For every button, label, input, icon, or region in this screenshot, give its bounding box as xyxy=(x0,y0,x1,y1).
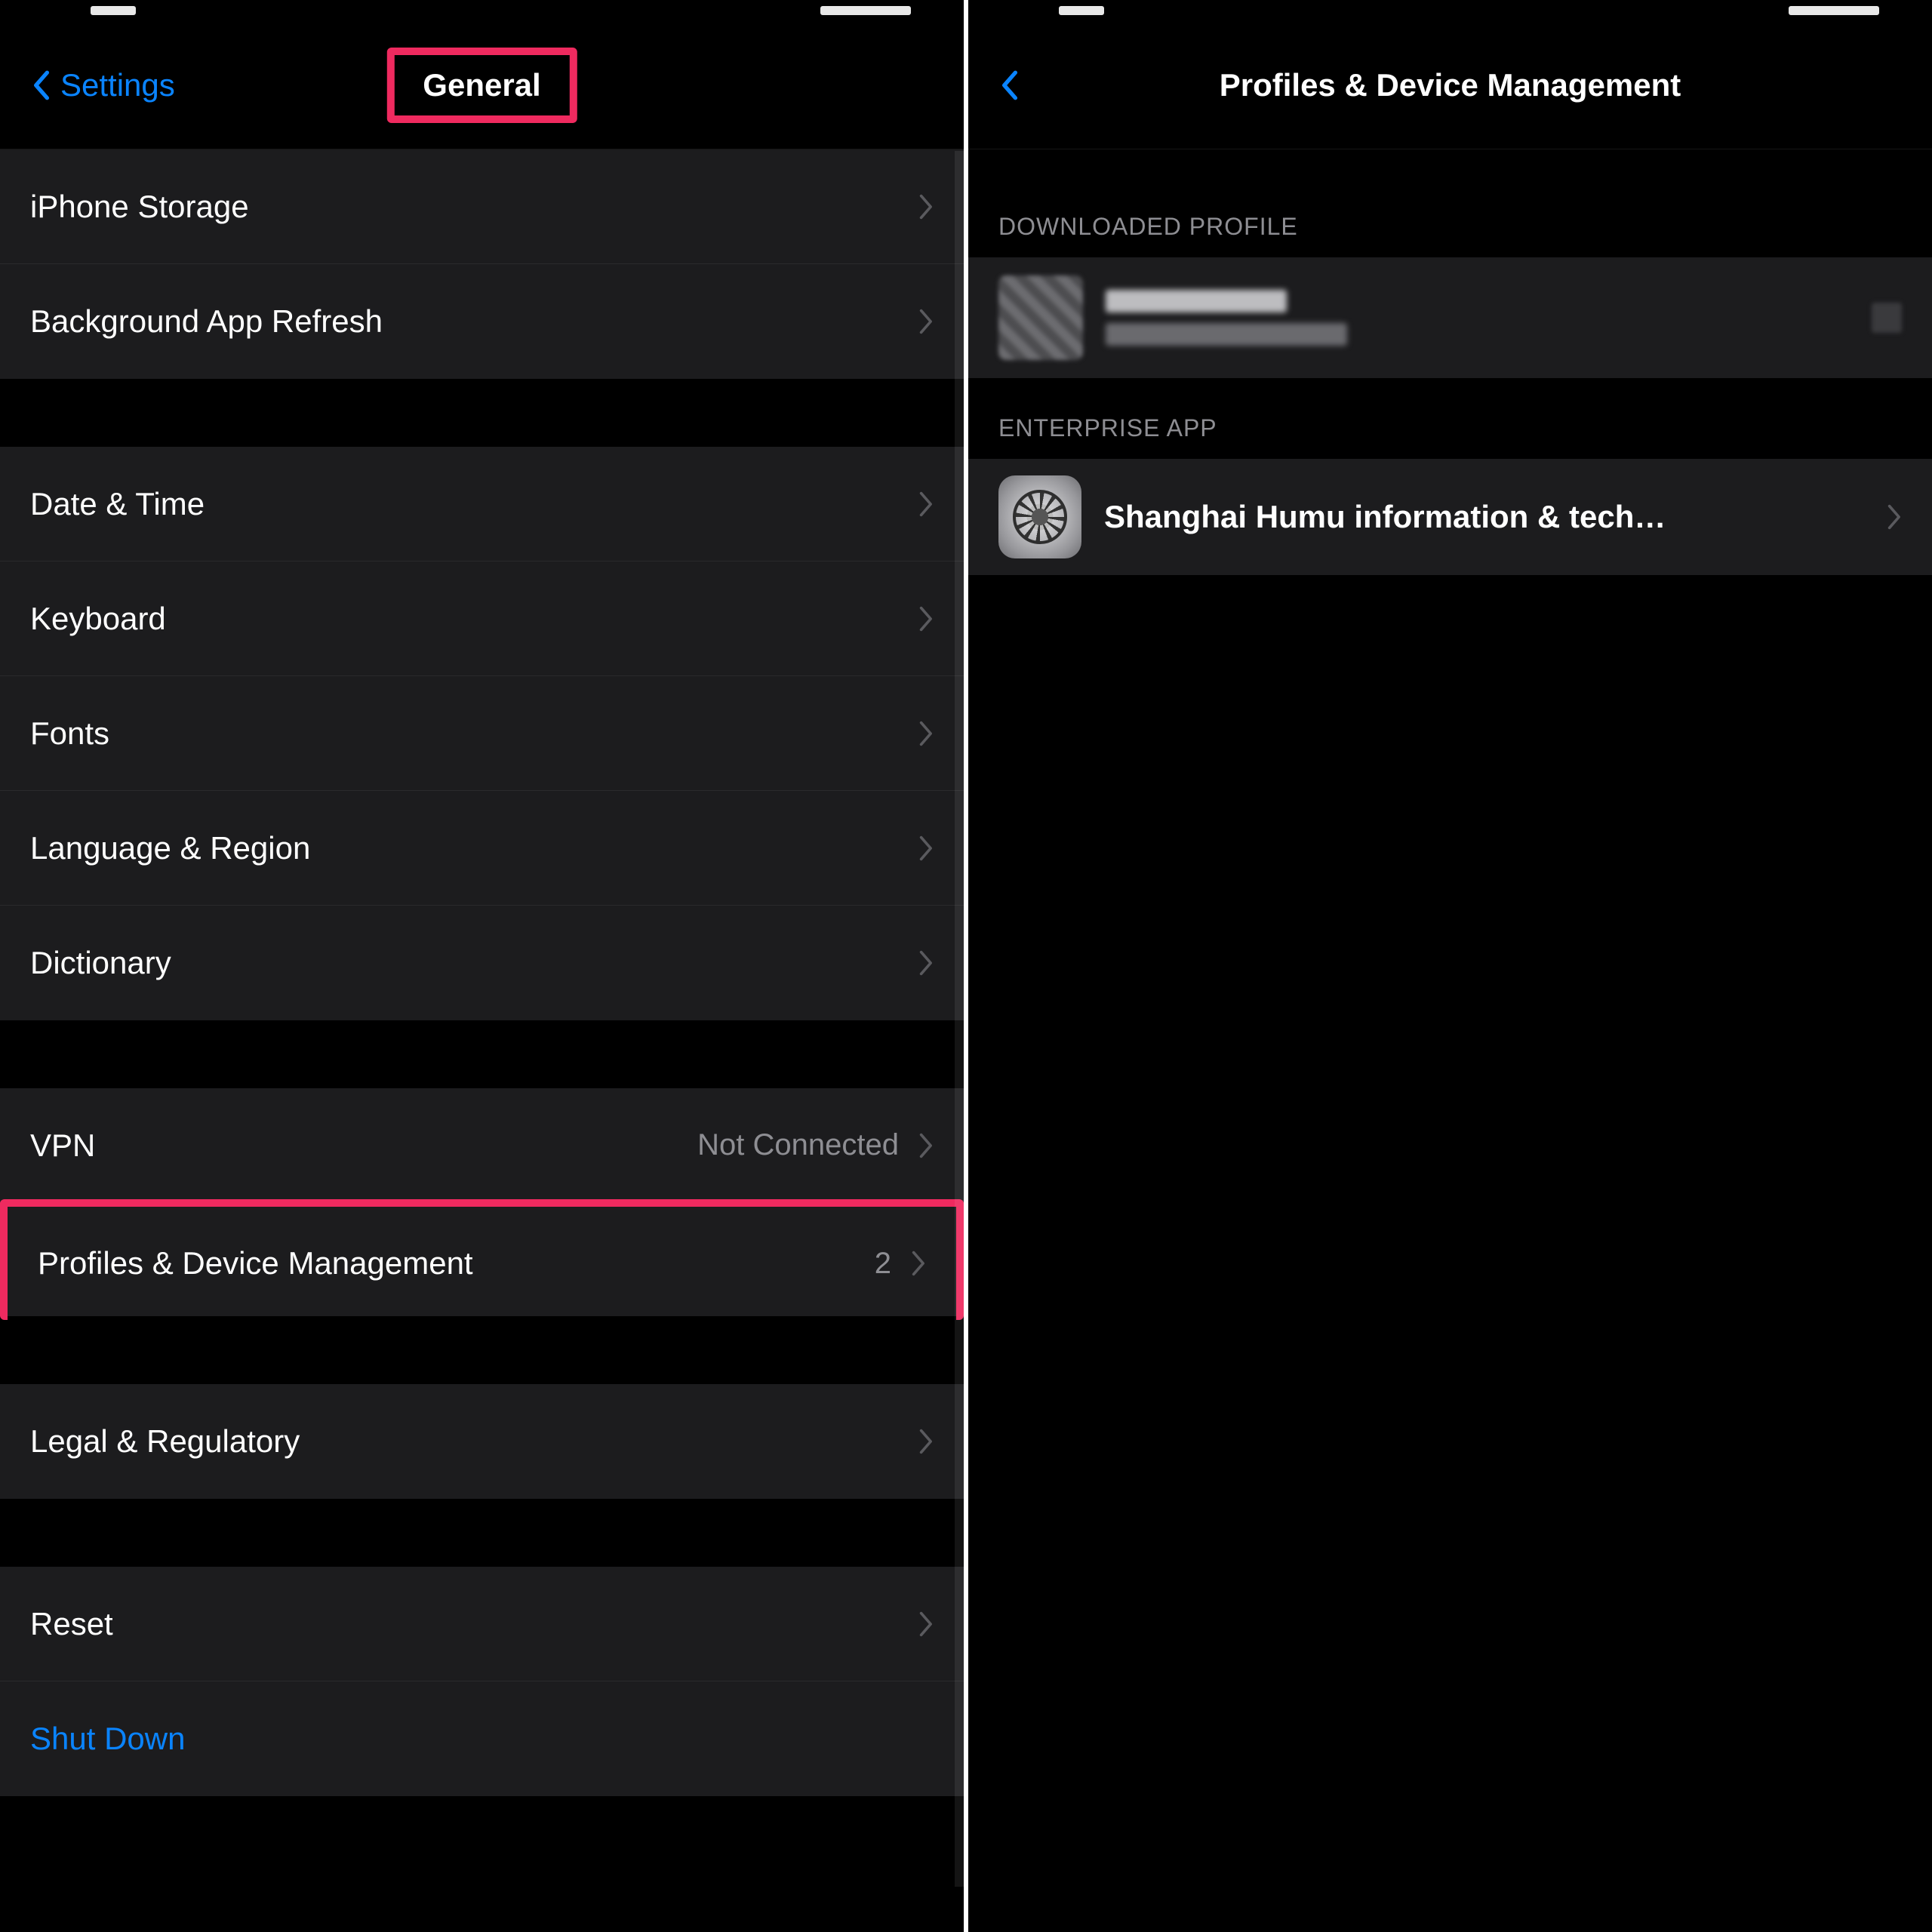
row-reset[interactable]: Reset xyxy=(0,1567,964,1681)
page-title: Profiles & Device Management xyxy=(1220,67,1681,103)
row-label: Fonts xyxy=(30,715,917,752)
nav-header-left: Settings General xyxy=(0,21,964,149)
row-language-region[interactable]: Language & Region xyxy=(0,791,964,906)
chevron-right-icon xyxy=(917,835,934,862)
group-gap xyxy=(968,149,1932,177)
chevron-left-icon xyxy=(30,69,51,101)
profile-thumbnail xyxy=(998,275,1083,360)
row-label: iPhone Storage xyxy=(30,189,917,225)
chevron-right-icon xyxy=(917,1428,934,1455)
row-keyboard[interactable]: Keyboard xyxy=(0,561,964,676)
back-button[interactable] xyxy=(998,69,1020,101)
back-button[interactable]: Settings xyxy=(30,67,175,103)
section-header-enterprise-app: ENTERPRISE APP xyxy=(968,378,1932,459)
profile-title-redacted xyxy=(1106,290,1287,312)
section-header-downloaded-profile: DOWNLOADED PROFILE xyxy=(968,177,1932,257)
row-label: Profiles & Device Management xyxy=(38,1245,875,1281)
row-detail: 2 xyxy=(875,1247,891,1281)
row-label: Legal & Regulatory xyxy=(30,1423,917,1460)
profile-text xyxy=(1106,290,1849,346)
settings-group-profiles: VPN Not Connected Profiles & Device Mana… xyxy=(0,1088,964,1320)
settings-group-reset: Reset Shut Down xyxy=(0,1567,964,1796)
right-screen: Profiles & Device Management DOWNLOADED … xyxy=(968,0,1932,1932)
settings-group-legal: Legal & Regulatory xyxy=(0,1384,964,1499)
chevron-right-icon xyxy=(917,491,934,518)
row-dictionary[interactable]: Dictionary xyxy=(0,906,964,1020)
chevron-left-icon xyxy=(998,69,1020,101)
group-gap xyxy=(0,1499,964,1567)
row-vpn[interactable]: VPN Not Connected xyxy=(0,1088,964,1203)
row-date-time[interactable]: Date & Time xyxy=(0,447,964,561)
status-bar xyxy=(968,0,1932,21)
row-profiles-device-management[interactable]: Profiles & Device Management 2 xyxy=(0,1199,964,1320)
row-fonts[interactable]: Fonts xyxy=(0,676,964,791)
settings-group-locale: Date & Time Keyboard Fonts Language & Re… xyxy=(0,447,964,1020)
chevron-right-icon xyxy=(917,193,934,220)
status-bar xyxy=(0,0,964,21)
chevron-right-icon xyxy=(917,720,934,747)
chevron-right-icon xyxy=(917,1132,934,1159)
gear-icon xyxy=(998,475,1081,558)
row-label: Reset xyxy=(30,1606,917,1642)
row-label: Background App Refresh xyxy=(30,303,917,340)
group-gap xyxy=(0,1020,964,1088)
row-background-app-refresh[interactable]: Background App Refresh xyxy=(0,264,964,379)
row-label: Keyboard xyxy=(30,601,917,637)
chevron-right-icon xyxy=(909,1250,926,1277)
row-iphone-storage[interactable]: iPhone Storage xyxy=(0,149,964,264)
page-title: General xyxy=(386,48,577,123)
group-gap xyxy=(0,379,964,447)
row-label: Date & Time xyxy=(30,486,917,522)
chevron-right-icon xyxy=(917,308,934,335)
scrollbar[interactable] xyxy=(955,151,964,1887)
back-label: Settings xyxy=(60,67,175,103)
chevron-right-icon xyxy=(917,1611,934,1638)
chevron-right-icon xyxy=(917,949,934,977)
left-screen: Settings General iPhone Storage Backgrou… xyxy=(0,0,964,1932)
row-enterprise-app[interactable]: Shanghai Humu information & tech… xyxy=(968,459,1932,575)
settings-group-storage: iPhone Storage Background App Refresh xyxy=(0,149,964,379)
chevron-right-icon xyxy=(917,605,934,632)
row-legal-regulatory[interactable]: Legal & Regulatory xyxy=(0,1384,964,1499)
row-downloaded-profile[interactable] xyxy=(968,257,1932,378)
row-detail: Not Connected xyxy=(697,1128,899,1162)
row-label: Shut Down xyxy=(30,1721,934,1757)
group-gap xyxy=(0,1316,964,1384)
row-shut-down[interactable]: Shut Down xyxy=(0,1681,964,1796)
row-label: Language & Region xyxy=(30,830,917,866)
chevron-right-icon xyxy=(1885,503,1902,531)
row-label: VPN xyxy=(30,1128,697,1164)
profile-subtitle-redacted xyxy=(1106,323,1347,346)
enterprise-app-label: Shanghai Humu information & tech… xyxy=(1104,499,1863,535)
row-label: Dictionary xyxy=(30,945,917,981)
nav-header-right: Profiles & Device Management xyxy=(968,21,1932,149)
profile-accessory-redacted xyxy=(1872,303,1902,333)
